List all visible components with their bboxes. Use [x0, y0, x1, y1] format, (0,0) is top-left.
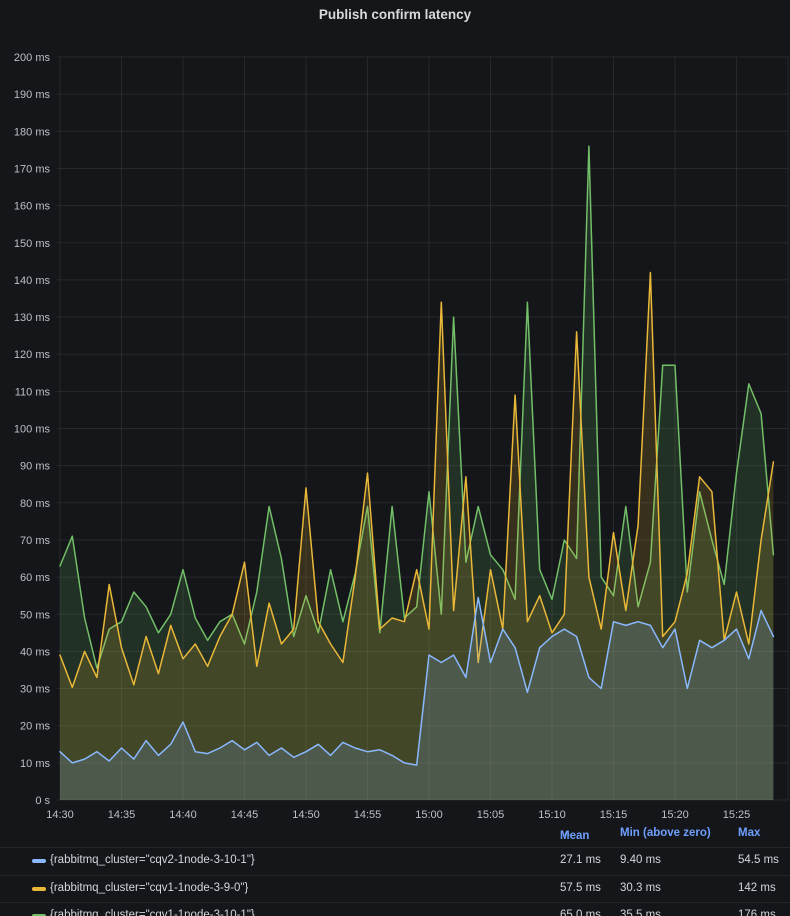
mean-value: 57.5 ms [560, 882, 601, 894]
legend-header-row: Mean^ Min (above zero) Max [0, 824, 790, 847]
y-tick-label: 170 ms [14, 163, 51, 175]
x-tick-label: 14:50 [292, 809, 320, 821]
series-swatch-blue [32, 859, 46, 863]
x-tick-label: 14:45 [231, 809, 259, 821]
y-tick-label: 70 ms [20, 535, 50, 547]
x-tick-label: 15:25 [723, 809, 751, 821]
min-value: 9.40 ms [620, 854, 661, 866]
legend-sort-max[interactable]: Max [738, 827, 760, 839]
x-tick-label: 15:15 [600, 809, 628, 821]
y-tick-label: 120 ms [14, 349, 51, 361]
x-tick-label: 14:30 [46, 809, 74, 821]
x-tick-label: 15:20 [661, 809, 689, 821]
x-tick-label: 15:05 [477, 809, 505, 821]
y-tick-label: 200 ms [14, 52, 51, 64]
y-tick-label: 180 ms [14, 126, 51, 138]
y-tick-label: 150 ms [14, 238, 51, 250]
series-label[interactable]: {rabbitmq_cluster="cqv1-1node-3-10-1"} [50, 909, 255, 916]
min-value: 30.3 ms [620, 882, 661, 894]
max-value: 54.5 ms [738, 854, 779, 866]
series-label[interactable]: {rabbitmq_cluster="cqv2-1node-3-10-1"} [50, 854, 255, 866]
legend-row-cqv2-1node-3-10-1: {rabbitmq_cluster="cqv2-1node-3-10-1"} 2… [0, 847, 790, 875]
y-tick-label: 10 ms [20, 758, 50, 770]
max-value: 142 ms [738, 882, 776, 894]
series-label[interactable]: {rabbitmq_cluster="cqv1-1node-3-9-0"} [50, 882, 248, 894]
y-tick-label: 20 ms [20, 721, 50, 733]
mean-value: 65.0 ms [560, 909, 601, 916]
legend-sort-min[interactable]: Min (above zero) [620, 827, 711, 839]
legend-row-cqv1-1node-3-10-1: {rabbitmq_cluster="cqv1-1node-3-10-1"} 6… [0, 902, 790, 916]
series-swatch-yellow [32, 887, 46, 891]
grafana-panel: Publish confirm latency 0 s 10 ms 20 ms 30 … [0, 0, 790, 916]
y-tick-label: 130 ms [14, 312, 51, 324]
mean-value: 27.1 ms [560, 854, 601, 866]
y-tick-label: 60 ms [20, 572, 50, 584]
y-tick-label: 110 ms [15, 386, 51, 398]
x-tick-label: 14:55 [354, 809, 382, 821]
y-tick-label: 100 ms [14, 424, 51, 436]
legend-table: Mean^ Min (above zero) Max {rabbitmq_clu… [0, 824, 790, 916]
latency-chart[interactable]: 0 s 10 ms 20 ms 30 ms 40 ms 50 ms 60 ms 70 ms 80… [0, 0, 790, 822]
min-value: 35.5 ms [620, 909, 661, 916]
x-tick-label: 15:00 [415, 809, 443, 821]
y-tick-label: 140 ms [14, 275, 51, 287]
panel-title: Publish confirm latency [0, 7, 790, 22]
y-tick-label: 80 ms [20, 498, 50, 510]
legend-row-cqv1-1node-3-9-0: {rabbitmq_cluster="cqv1-1node-3-9-0"} 57… [0, 875, 790, 903]
y-tick-label: 0 s [35, 795, 50, 807]
y-tick-label: 190 ms [14, 89, 51, 101]
y-tick-label: 160 ms [14, 201, 51, 213]
y-tick-label: 90 ms [20, 461, 50, 473]
y-tick-label: 40 ms [20, 646, 50, 658]
x-tick-label: 14:40 [169, 809, 197, 821]
x-tick-label: 15:10 [538, 809, 566, 821]
x-tick-label: 14:35 [108, 809, 136, 821]
sort-ascending-icon: ^ [564, 830, 570, 841]
y-tick-label: 50 ms [20, 609, 50, 621]
y-tick-label: 30 ms [20, 684, 50, 696]
max-value: 176 ms [738, 909, 776, 916]
